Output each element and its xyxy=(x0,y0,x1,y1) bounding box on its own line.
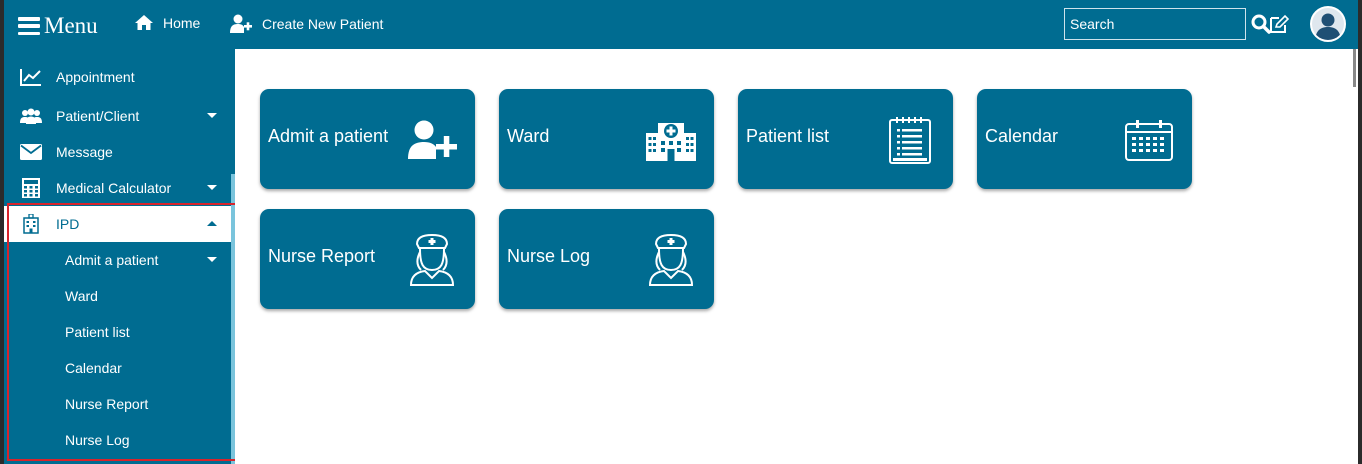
tile-admit-a-patient[interactable]: Admit a patient xyxy=(260,89,475,189)
tile-patient-list[interactable]: Patient list xyxy=(738,89,953,189)
app-window: Menu Home Create New Patient Search Appo… xyxy=(0,0,1362,464)
create-new-patient-label: Create New Patient xyxy=(262,16,384,32)
edit-icon[interactable] xyxy=(1268,14,1290,39)
home-link[interactable]: Home xyxy=(134,14,200,31)
user-plus-icon xyxy=(230,14,252,33)
sidebar-subitem-label: Ward xyxy=(65,288,98,304)
line-chart-icon xyxy=(19,68,43,86)
user-avatar[interactable] xyxy=(1310,6,1346,42)
sidebar-subitem-label: Patient list xyxy=(65,324,130,340)
sidebar-subitem-patient-list[interactable]: Patient list xyxy=(65,314,231,350)
sidebar-item-label: Medical Calculator xyxy=(56,180,172,196)
sidebar-item-message[interactable]: Message xyxy=(4,134,231,170)
calendar-icon xyxy=(1122,113,1176,167)
sidebar-subitem-calendar[interactable]: Calendar xyxy=(65,350,231,386)
tile-label: Patient list xyxy=(746,126,830,146)
sidebar-subitem-admit-a-patient[interactable]: Admit a patient xyxy=(65,242,231,278)
sidebar-item-ipd[interactable]: IPD xyxy=(4,206,231,242)
search-input[interactable] xyxy=(1065,9,1251,39)
envelope-icon xyxy=(19,144,43,160)
nurse-icon xyxy=(644,233,698,287)
notepad-list-icon xyxy=(883,113,937,167)
chevron-down-icon[interactable] xyxy=(207,257,217,262)
sidebar-subitem-label: Admit a patient xyxy=(65,252,159,268)
sidebar-subitem-label: Nurse Log xyxy=(65,432,130,448)
avatar-icon xyxy=(1312,8,1344,40)
sidebar-item-appointment[interactable]: Appointment xyxy=(4,59,231,95)
calculator-icon xyxy=(19,178,43,198)
user-plus-icon xyxy=(405,113,459,167)
home-label: Home xyxy=(163,14,201,31)
tile-ward[interactable]: Ward xyxy=(499,89,714,189)
hospital-icon xyxy=(644,113,698,167)
sidebar-item-label: Patient/Client xyxy=(56,108,140,124)
sidebar-item-label: Appointment xyxy=(56,69,135,85)
tile-label: Admit a patient xyxy=(268,126,389,146)
tile-label: Nurse Log xyxy=(507,246,591,266)
chevron-down-icon[interactable] xyxy=(207,113,217,118)
sidebar-item-patient-client[interactable]: Patient/Client xyxy=(4,98,231,134)
tile-label: Ward xyxy=(507,126,550,146)
tile-calendar[interactable]: Calendar xyxy=(977,89,1192,189)
chevron-down-icon[interactable] xyxy=(207,185,217,190)
create-new-patient-link[interactable]: Create New Patient xyxy=(229,14,383,34)
main-scrollbar[interactable] xyxy=(1353,49,1356,87)
top-navbar: Menu Home Create New Patient xyxy=(4,0,1358,49)
window-edge-right xyxy=(1358,0,1362,464)
users-icon xyxy=(19,108,43,124)
menu-toggle-button[interactable]: Menu xyxy=(18,12,98,40)
sidebar-subitem-nurse-log[interactable]: Nurse Log xyxy=(65,422,231,458)
nurse-icon xyxy=(405,233,459,287)
menu-label: Menu xyxy=(44,13,98,38)
main-content: Admit a patient Ward Patient list Calend… xyxy=(235,49,1358,464)
sidebar-item-label: Message xyxy=(56,144,113,160)
home-icon xyxy=(135,15,153,30)
hospital-building-icon xyxy=(19,214,43,234)
sidebar-item-label: IPD xyxy=(56,216,80,232)
hamburger-icon xyxy=(18,17,40,35)
sidebar-subitem-ward[interactable]: Ward xyxy=(65,278,231,314)
sidebar-subitem-label: Calendar xyxy=(65,360,122,376)
sidebar-subitem-nurse-report[interactable]: Nurse Report xyxy=(65,386,231,422)
tile-label: Calendar xyxy=(985,126,1059,146)
tile-nurse-log[interactable]: Nurse Log xyxy=(499,209,714,309)
search-box xyxy=(1064,8,1271,40)
sidebar: Appointment Patient/Client Message Medic… xyxy=(4,49,235,464)
tile-nurse-report[interactable]: Nurse Report xyxy=(260,209,475,309)
sidebar-subitem-label: Nurse Report xyxy=(65,396,149,412)
sidebar-item-medical-calculator[interactable]: Medical Calculator xyxy=(4,170,231,206)
tile-label: Nurse Report xyxy=(268,246,376,266)
chevron-up-icon[interactable] xyxy=(207,221,217,226)
